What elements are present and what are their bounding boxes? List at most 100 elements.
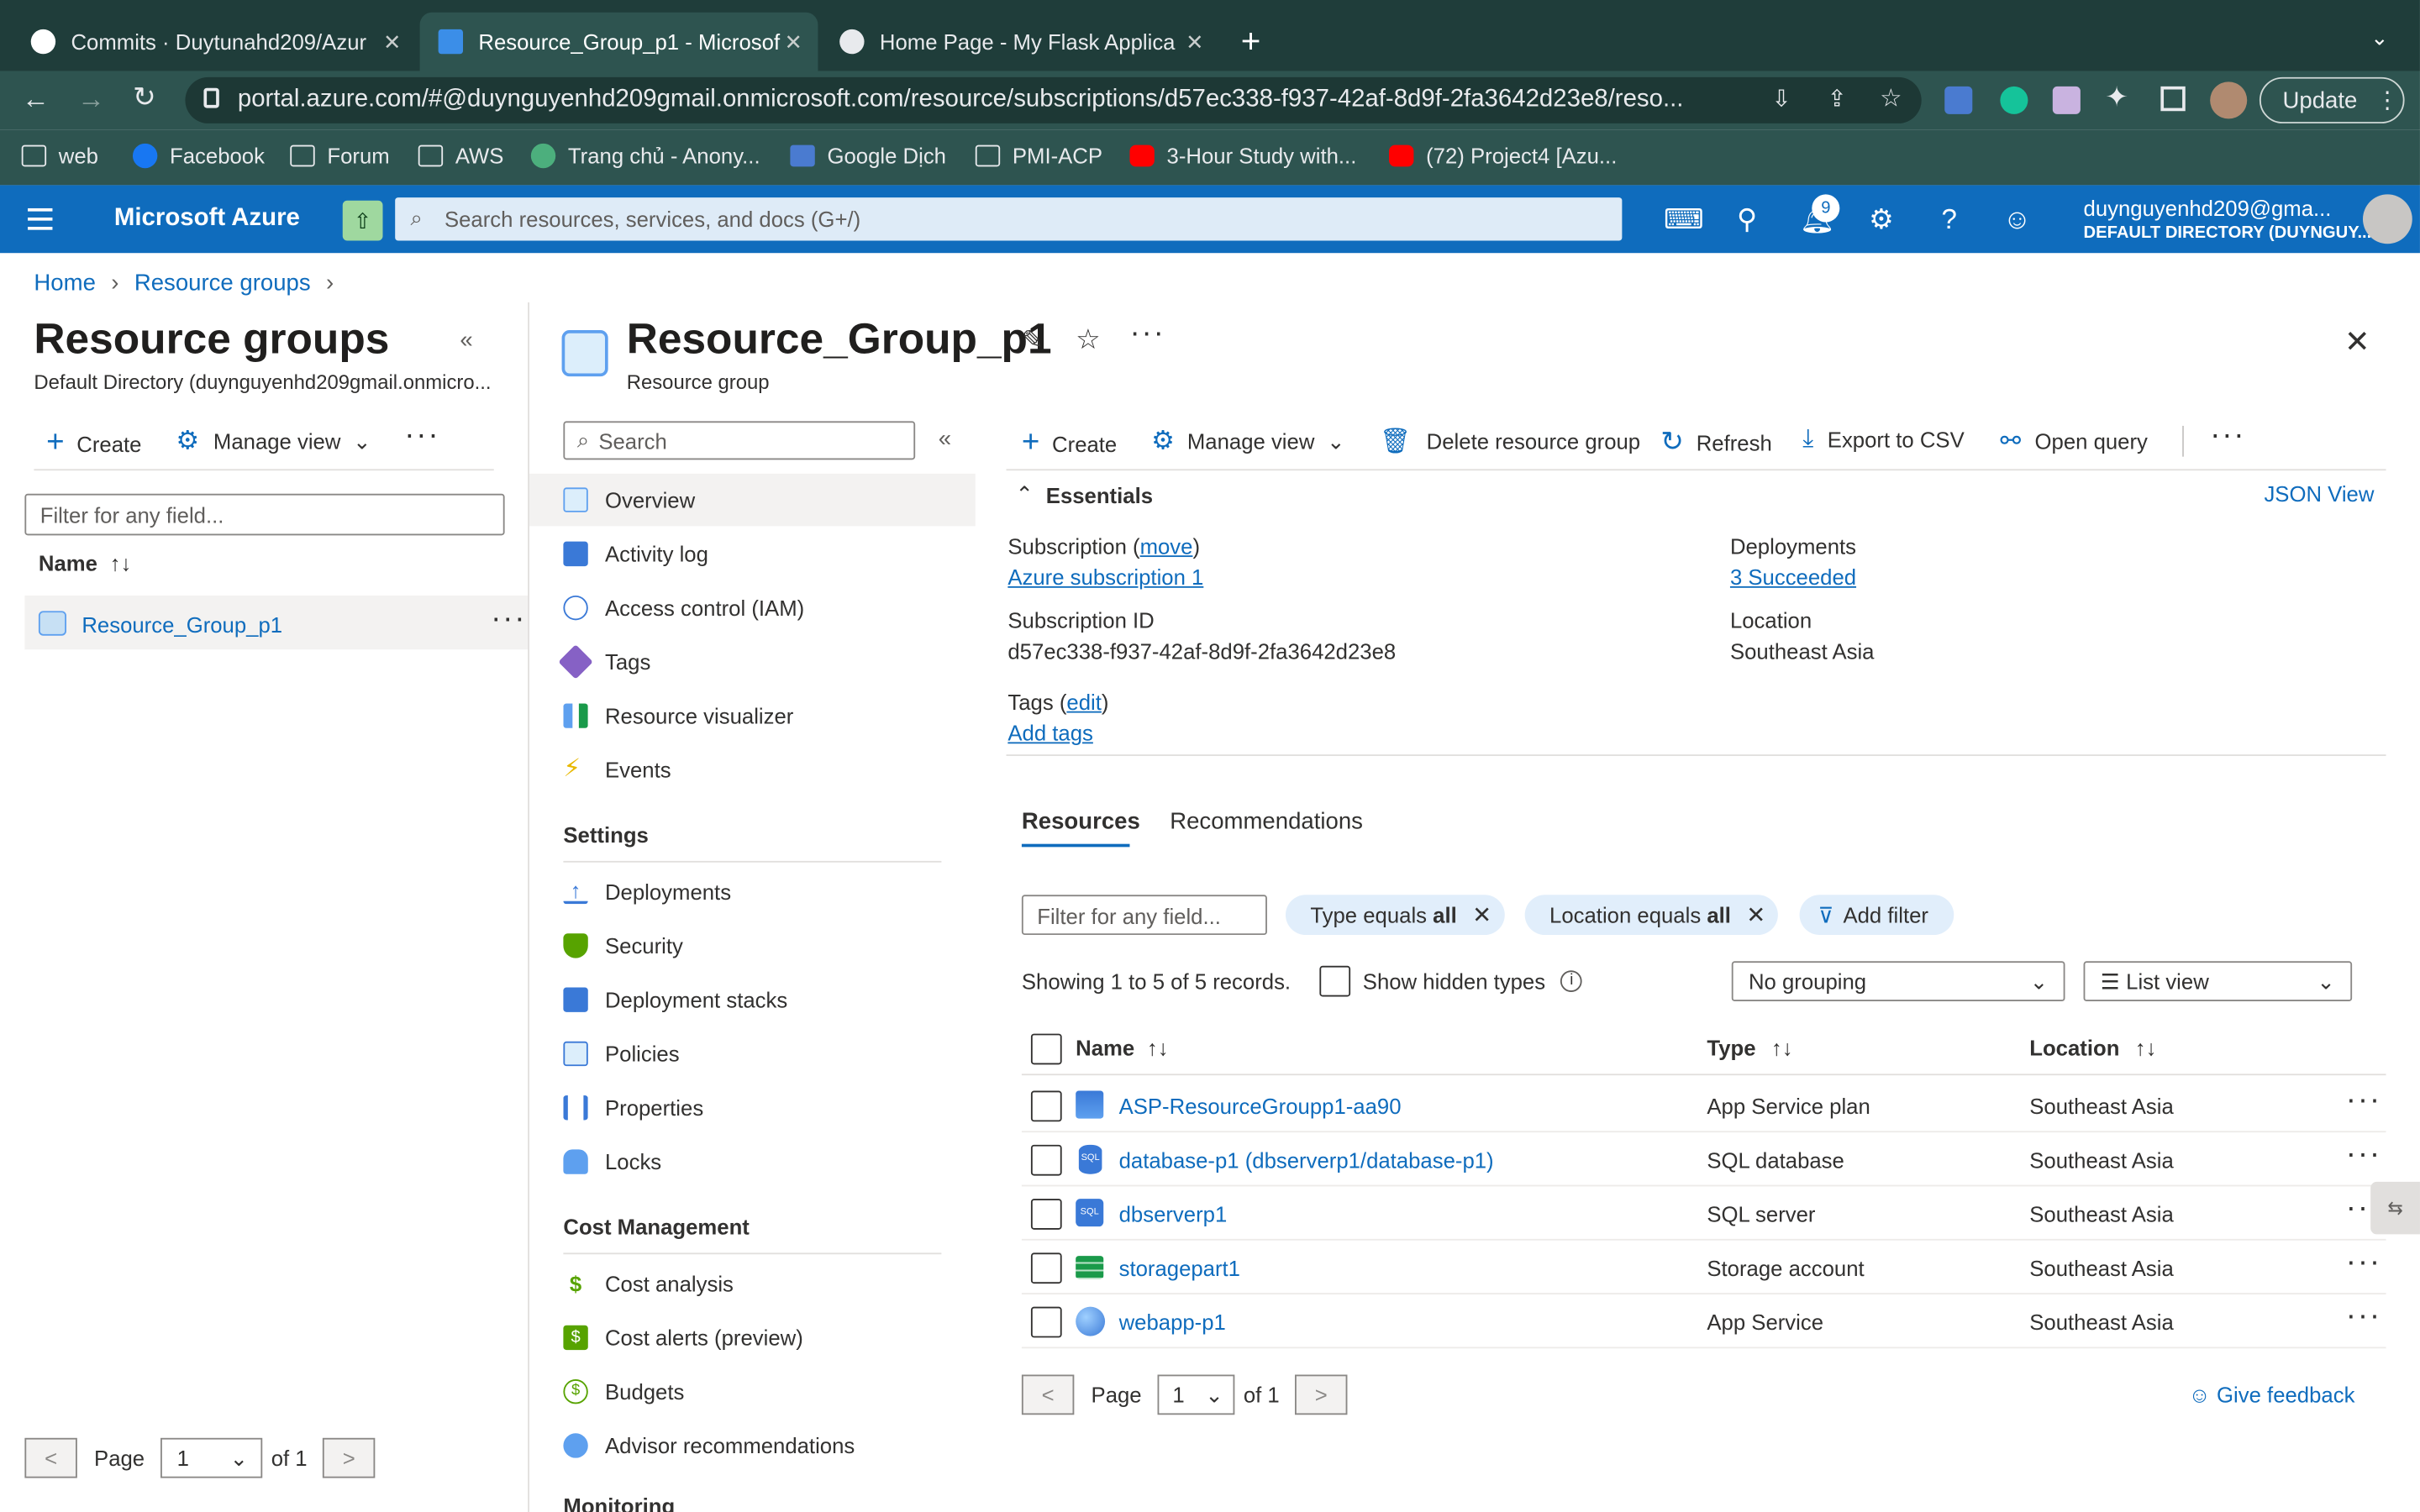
resource-link[interactable]: storagepart1 <box>1119 1256 1240 1280</box>
essentials-toggle[interactable]: ⌃ Essentials <box>1016 481 1153 507</box>
star-icon[interactable]: ☆ <box>1076 324 1101 357</box>
add-filter-button[interactable]: ⊽ Add filter <box>1799 895 1954 936</box>
side-panel-toggle-icon[interactable]: ⇆ <box>2370 1181 2420 1235</box>
cloud-shell-icon[interactable]: ⌨ <box>1664 203 1704 234</box>
bookmark-aws[interactable]: AWS <box>418 144 503 168</box>
info-icon[interactable]: i <box>1560 970 1583 992</box>
delete-resource-group-button[interactable]: 🗑︎ Delete resource group <box>1380 426 1640 457</box>
menu-overview[interactable]: Overview <box>563 485 695 516</box>
extension-icon[interactable] <box>2052 86 2081 114</box>
row-checkbox[interactable] <box>1030 1199 1062 1230</box>
select-all-checkbox[interactable] <box>1030 1033 1062 1065</box>
page-select[interactable]: 1 ⌄ <box>160 1437 262 1478</box>
close-icon[interactable]: ✕ <box>1746 901 1765 928</box>
table-row[interactable]: ASP-ResourceGroupp1-aa90 App Service pla… <box>1021 1079 2386 1133</box>
menu-activity-log[interactable]: Activity log <box>563 538 708 570</box>
url-input[interactable]: portal.azure.com/#@duynguyenhd209gmail.o… <box>185 76 1922 123</box>
update-button[interactable]: Update ⋮ <box>2259 76 2405 123</box>
table-row[interactable]: storagepart1 Storage account Southeast A… <box>1021 1241 2386 1294</box>
menu-cost-analysis[interactable]: $ Cost analysis <box>563 1268 734 1299</box>
refresh-button[interactable]: ↻ Refresh <box>1660 426 1771 459</box>
bookmark-pmi-acp[interactable]: PMI-ACP <box>975 144 1102 168</box>
tab-commits[interactable]: Commits · Duytunahd209/Azur ✕ <box>13 13 417 71</box>
directory-filter-icon[interactable]: ⚲ <box>1732 203 1763 234</box>
puzzle-icon[interactable]: ✦ <box>2105 81 2128 114</box>
show-hidden-checkbox[interactable] <box>1319 965 1351 997</box>
star-icon[interactable]: ☆ <box>1880 83 1902 114</box>
row-checkbox[interactable] <box>1030 1144 1062 1176</box>
deployments-link[interactable]: 3 Succeeded <box>1730 564 1856 589</box>
hamburger-icon[interactable] <box>28 207 53 230</box>
bookmark-web[interactable]: web <box>21 144 98 168</box>
more-icon[interactable]: ··· <box>2346 1245 2381 1280</box>
brand[interactable]: Microsoft Azure <box>114 205 300 233</box>
more-icon[interactable]: ··· <box>491 601 526 637</box>
close-icon[interactable]: ✕ <box>1186 29 1204 55</box>
menu-policies[interactable]: Policies <box>563 1038 680 1069</box>
menu-resource-visualizer[interactable]: Resource visualizer <box>563 701 793 732</box>
breadcrumb-home[interactable]: Home <box>34 270 95 296</box>
menu-search-input[interactable]: ⌕ Search <box>563 421 916 460</box>
translate-icon[interactable] <box>1944 86 1973 114</box>
forward-icon[interactable]: → <box>77 83 105 116</box>
tab-resource-group[interactable]: Resource_Group_p1 - Microsof ✕ <box>419 12 818 71</box>
tab-flask[interactable]: Home Page - My Flask Applica ✕ <box>821 13 1219 71</box>
user-account[interactable]: duynguyenhd209@gma... DEFAULT DIRECTORY … <box>2084 196 2372 242</box>
install-icon[interactable]: ⇩ <box>1772 85 1791 113</box>
menu-locks[interactable]: Locks <box>563 1147 661 1178</box>
list-item[interactable]: Resource_Group_p1 ··· <box>24 595 529 650</box>
table-row[interactable]: SQL database-p1 (dbserverp1/database-p1)… <box>1021 1132 2386 1187</box>
more-icon[interactable]: ··· <box>2346 1083 2381 1118</box>
menu-cost-alerts[interactable]: $ Cost alerts (preview) <box>563 1322 803 1353</box>
avatar[interactable] <box>2362 194 2412 244</box>
bookmark-forum[interactable]: Forum <box>290 144 390 168</box>
reload-icon[interactable]: ↻ <box>133 81 156 114</box>
give-feedback-link[interactable]: ☺ Give feedback <box>2188 1383 2354 1407</box>
back-icon[interactable]: ← <box>22 83 50 116</box>
menu-deployments[interactable]: ↑ Deployments <box>563 876 731 907</box>
page-select[interactable]: 1 ⌄ <box>1156 1374 1234 1415</box>
prev-page-button[interactable]: < <box>1021 1374 1075 1415</box>
menu-budgets[interactable]: $ Budgets <box>563 1376 684 1407</box>
bookmark-study[interactable]: 3-Hour Study with... <box>1129 144 1356 168</box>
prev-page-button[interactable]: < <box>24 1437 77 1478</box>
location-filter-pill[interactable]: Location equals all ✕ <box>1524 895 1779 936</box>
name-column-header[interactable]: Name ↑↓ <box>39 551 131 575</box>
open-query-button[interactable]: ⚯ Open query <box>2000 426 2148 457</box>
gear-icon[interactable]: ⚙ <box>1866 203 1897 234</box>
bookmark-trang-chu[interactable]: Trang chủ - Anony... <box>530 143 760 169</box>
grammarly-icon[interactable] <box>2000 86 2028 114</box>
bookmark-facebook[interactable]: Facebook <box>132 143 265 169</box>
bookmark-project4[interactable]: (72) Project4 [Azu... <box>1389 144 1617 168</box>
next-page-button[interactable]: > <box>322 1437 376 1478</box>
resource-link[interactable]: database-p1 (dbserverp1/database-p1) <box>1119 1148 1494 1173</box>
type-filter-pill[interactable]: Type equals all ✕ <box>1285 895 1504 936</box>
bookmark-google-dich[interactable]: Google Dịch <box>790 144 946 168</box>
close-icon[interactable]: ✕ <box>2344 323 2370 361</box>
next-page-button[interactable]: > <box>1295 1374 1348 1415</box>
grouping-select[interactable]: No grouping ⌄ <box>1731 961 2065 1002</box>
manage-view-button[interactable]: ⚙ Manage view ⌄ <box>176 426 371 457</box>
json-view-link[interactable]: JSON View <box>2264 481 2374 506</box>
global-search-input[interactable]: ⌕ Search resources, services, and docs (… <box>395 197 1623 241</box>
breadcrumb-resource-groups[interactable]: Resource groups <box>134 270 311 296</box>
show-hidden-types[interactable]: Show hidden types i <box>1319 965 1583 997</box>
menu-tags[interactable]: Tags <box>558 644 650 680</box>
chevron-down-icon[interactable]: ⌄ <box>2370 24 2389 50</box>
export-csv-button[interactable]: ⤓ Export to CSV <box>1802 426 1964 454</box>
menu-events[interactable]: ⚡︎ Events <box>563 754 671 785</box>
row-checkbox[interactable] <box>1030 1090 1062 1122</box>
tab-recommendations[interactable]: Recommendations <box>1170 808 1363 834</box>
view-select[interactable]: ☰ List view ⌄ <box>2083 961 2353 1002</box>
menu-security[interactable]: Security <box>563 931 683 962</box>
close-icon[interactable]: ✕ <box>383 29 402 55</box>
table-row[interactable]: SQL dbserverp1 SQL server Southeast Asia… <box>1021 1186 2386 1241</box>
subscription-link[interactable]: Azure subscription 1 <box>1007 564 1203 589</box>
pin-icon[interactable]: ✎ <box>1022 326 1044 357</box>
collapse-icon[interactable]: « <box>460 327 472 353</box>
collapse-icon[interactable]: « <box>939 426 951 452</box>
menu-advisor[interactable]: Advisor recommendations <box>563 1431 855 1462</box>
sidepanel-icon[interactable] <box>2160 86 2186 112</box>
avatar[interactable] <box>2210 81 2248 119</box>
resource-link[interactable]: dbserverp1 <box>1119 1202 1228 1226</box>
